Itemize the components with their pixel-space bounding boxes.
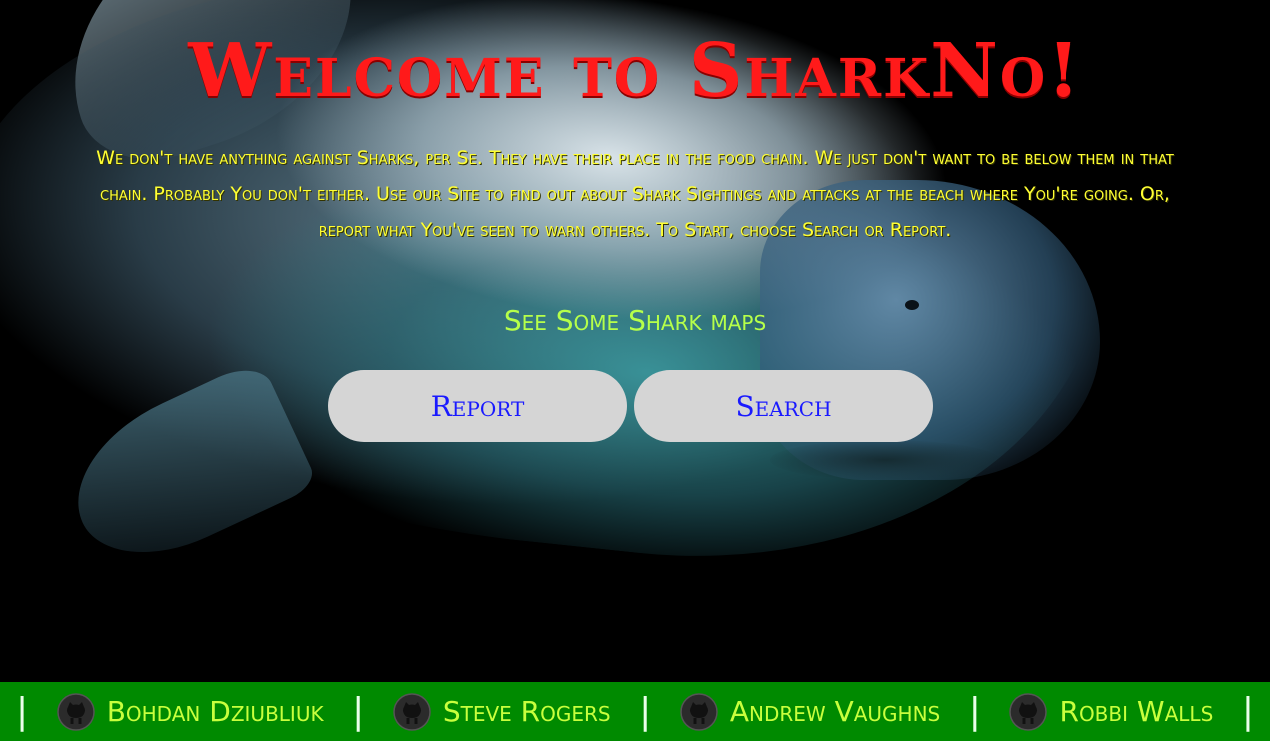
github-icon <box>1009 692 1048 731</box>
footer-separator: | <box>639 691 652 732</box>
member-link-andrew[interactable]: Andrew Vaughns <box>680 692 941 731</box>
search-button[interactable]: Search <box>634 370 933 442</box>
footer-separator: | <box>352 691 365 732</box>
intro-text: We don't have anything against Sharks, p… <box>96 147 1174 241</box>
report-button[interactable]: Report <box>328 370 627 442</box>
github-icon <box>680 692 718 731</box>
member-name: Bohdan Dziubliuk <box>106 695 324 728</box>
member-link-steve[interactable]: Steve Rogers <box>393 692 611 731</box>
footer-separator: | <box>968 691 981 732</box>
page-title: Welcome to SharkNo! <box>188 28 1082 114</box>
footer-separator: | <box>16 691 29 732</box>
member-link-bohdan[interactable]: Bohdan Dziubliuk <box>56 692 324 731</box>
github-icon <box>56 692 95 731</box>
footer: | Bohdan Dziubliuk | Steve Rogers | Andr… <box>0 682 1270 741</box>
footer-separator: | <box>1241 691 1254 732</box>
member-name: Robbi Walls <box>1059 695 1214 728</box>
github-icon <box>393 692 431 731</box>
shark-maps-link[interactable]: See Some Shark maps <box>0 304 1270 337</box>
member-name: Andrew Vaughns <box>729 695 941 728</box>
hero-section: Welcome to SharkNo! We don't have anythi… <box>0 0 1270 682</box>
shark-mouth-image <box>770 440 1000 480</box>
member-link-robbi[interactable]: Robbi Walls <box>1009 692 1214 731</box>
member-name: Steve Rogers <box>442 695 611 728</box>
